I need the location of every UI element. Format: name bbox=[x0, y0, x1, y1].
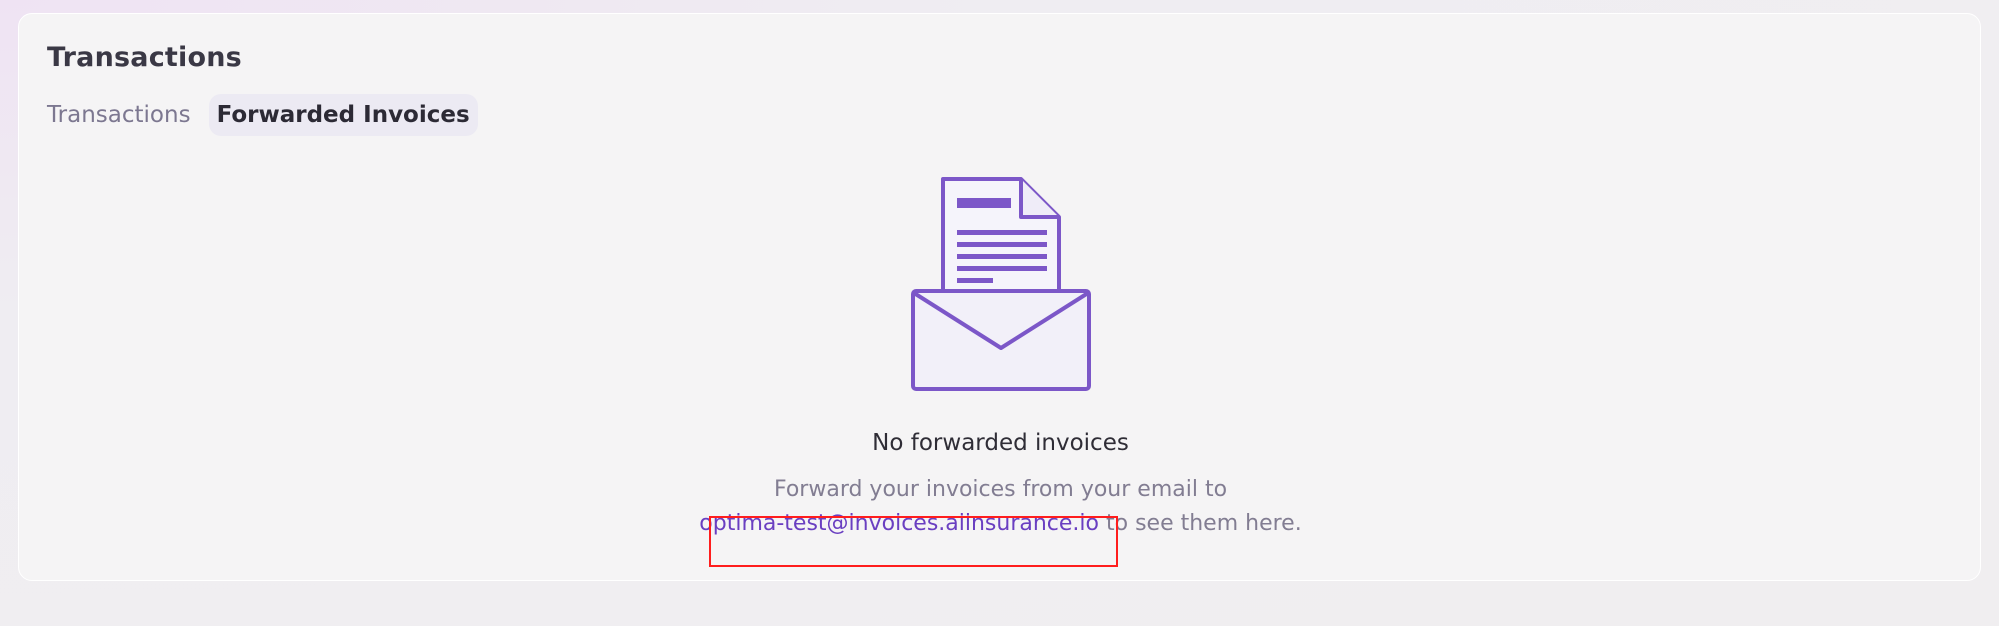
tab-forwarded-invoices[interactable]: Forwarded Invoices bbox=[208, 94, 478, 136]
tab-bar: Transactions Forwarded Invoices bbox=[39, 94, 478, 136]
envelope-invoice-icon bbox=[911, 177, 1097, 403]
empty-state-title: No forwarded invoices bbox=[872, 430, 1129, 456]
empty-state-line-2: optima-test@invoices.aiinsurance.io to s… bbox=[19, 507, 1982, 541]
empty-state-message: Forward your invoices from your email to… bbox=[19, 473, 1982, 541]
transactions-card: Transactions Transactions Forwarded Invo… bbox=[18, 13, 1981, 581]
tab-transactions[interactable]: Transactions bbox=[39, 94, 199, 136]
page-title: Transactions bbox=[47, 42, 242, 73]
empty-state-line-1: Forward your invoices from your email to bbox=[773, 477, 1228, 502]
empty-state-suffix: to see them here. bbox=[1106, 511, 1302, 536]
forwarding-email-link[interactable]: optima-test@invoices.aiinsurance.io bbox=[699, 511, 1099, 536]
